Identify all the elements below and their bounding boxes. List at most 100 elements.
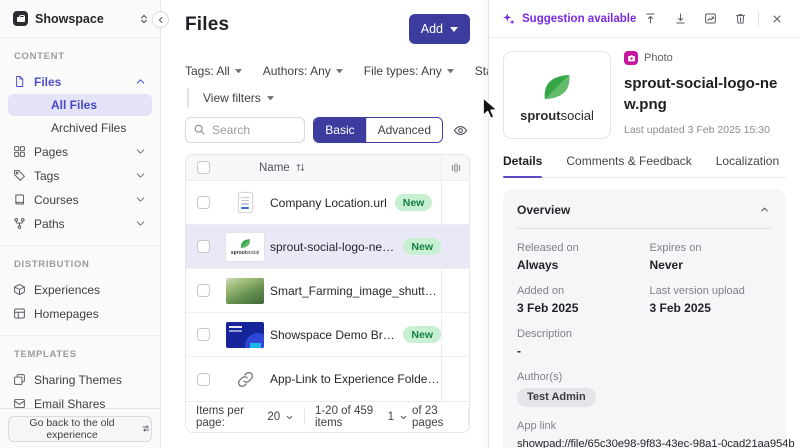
suggestion-available-button[interactable]: Suggestion available	[502, 12, 637, 26]
authors-field: Author(s) Test Admin	[517, 371, 772, 407]
row-checkbox[interactable]	[197, 284, 210, 297]
sparkles-icon	[502, 12, 516, 26]
workspace-switch-icon[interactable]	[138, 13, 150, 25]
sidebar-footer: Go back to the old experience	[0, 408, 160, 448]
panel-gutter	[472, 0, 488, 448]
collapse-sidebar-button[interactable]	[152, 11, 169, 28]
row-checkbox[interactable]	[197, 328, 210, 341]
files-main-panel: Files Add Tags: All Authors: Any Fi	[161, 0, 472, 448]
caret-down-icon	[336, 69, 343, 74]
row-checkbox[interactable]	[197, 240, 210, 253]
advanced-mode-button[interactable]: Advanced	[366, 118, 442, 142]
sidebar-item[interactable]: Courses	[8, 188, 152, 211]
sprout-leaf-logo-icon	[539, 69, 575, 105]
brand-guide-thumbnail	[220, 322, 270, 348]
last-updated: Last updated 3 Feb 2025 15:30	[624, 124, 784, 136]
workspace-switcher[interactable]: Showspace	[0, 0, 160, 38]
back-to-old-experience-button[interactable]: Go back to the old experience	[8, 416, 152, 442]
overview-card: Overview Released on Always	[503, 189, 786, 448]
panel-actions	[637, 7, 753, 31]
app-link-value: showpad://file/65c30e98-9f83-43ec-98a1-0…	[517, 438, 795, 448]
file-name: Showspace Demo Brand Guide.pdf	[270, 328, 395, 342]
eye-icon	[453, 123, 468, 138]
file-type-label: Photo	[644, 52, 673, 64]
branch-icon	[13, 217, 26, 230]
caret-down-icon	[235, 69, 242, 74]
basic-mode-button[interactable]: Basic	[314, 118, 365, 142]
table-row[interactable]: sproutsocial sprout-social-logo-new.png …	[186, 225, 469, 269]
panel-tab[interactable]: Comments & Feedback	[566, 154, 691, 177]
file-name: Company Location.url	[270, 196, 387, 210]
close-panel-button[interactable]	[764, 7, 790, 31]
panel-action-button[interactable]	[727, 7, 753, 31]
chevron-up-icon	[759, 204, 770, 215]
chevron-down-icon	[134, 169, 147, 182]
row-checkbox[interactable]	[197, 373, 210, 386]
view-filters-wrap: View filters	[187, 88, 470, 108]
panel-tab[interactable]: Localization	[716, 154, 779, 177]
table-row[interactable]: Company Location.url New	[186, 181, 469, 225]
column-settings-icon[interactable]	[450, 162, 462, 174]
file-name: sprout-social-logo-new.png	[270, 240, 395, 254]
sidebar-item[interactable]: Archived Files	[8, 117, 152, 139]
sidebar-item[interactable]: Homepages	[8, 302, 152, 325]
filter-dropdown[interactable]: File types: Any	[364, 64, 454, 78]
chevron-down-icon	[134, 193, 147, 206]
back-button-label: Go back to the old experience	[9, 417, 135, 441]
add-button[interactable]: Add	[409, 14, 470, 44]
book-icon	[13, 193, 26, 206]
sidebar-item[interactable]: Pages	[8, 140, 152, 163]
table-body: Company Location.url New sproutsocial sp…	[186, 181, 469, 401]
sidebar-item[interactable]: Experiences	[8, 278, 152, 301]
filter-label: File types: Any	[364, 64, 442, 78]
filter-dropdown[interactable]: Authors: Any	[263, 64, 343, 78]
table-row[interactable]: Smart_Farming_image_shutterstock_s.jpeg	[186, 269, 469, 313]
view-filters-label: View filters	[203, 91, 261, 105]
sprout-thumbnail: sproutsocial	[220, 232, 270, 262]
cube-icon	[13, 283, 26, 296]
chevron-down-icon	[134, 145, 147, 158]
layout-icon	[13, 307, 26, 320]
panel-tabs: Details Comments & Feedback Localization	[503, 154, 786, 178]
workspace-name: Showspace	[35, 12, 131, 26]
row-extra-cell	[441, 225, 469, 268]
file-preview-thumbnail[interactable]: sproutsocial	[503, 51, 611, 139]
row-extra-cell	[441, 181, 469, 224]
panel-action-button[interactable]	[667, 7, 693, 31]
sidebar-item[interactable]: All Files	[8, 94, 152, 116]
sidebar-item[interactable]: Tags	[8, 164, 152, 187]
new-badge: New	[403, 326, 441, 343]
items-per-page-select[interactable]: 20	[267, 411, 294, 423]
filter-dropdown[interactable]: Tags: All	[185, 64, 242, 78]
preview-eye-button[interactable]	[451, 121, 470, 140]
chevron-down-icon	[285, 413, 294, 422]
layers-icon	[13, 373, 26, 386]
header-divider	[758, 11, 759, 27]
sort-icon[interactable]	[295, 162, 306, 173]
overview-grid: Released on Always Expires on Never Adde…	[517, 242, 772, 315]
collapse-overview-button[interactable]	[757, 202, 772, 217]
sidebar-item[interactable]: Paths	[8, 212, 152, 235]
close-icon	[771, 13, 783, 25]
view-filters-button[interactable]: View filters	[203, 91, 274, 105]
page-select[interactable]: 1	[388, 411, 408, 423]
panel-action-button[interactable]	[637, 7, 663, 31]
file-title: sprout-social-logo-new.png	[624, 73, 784, 115]
sidebar-item[interactable]: Sharing Themes	[8, 368, 152, 391]
chevron-down-icon	[399, 413, 408, 422]
table-row[interactable]: Showspace Demo Brand Guide.pdf New	[186, 313, 469, 357]
photo-type-icon	[624, 51, 638, 65]
new-badge: New	[395, 194, 433, 211]
section-label-distribution: DISTRIBUTION	[0, 246, 160, 277]
swap-arrows-icon	[141, 423, 151, 434]
row-extra-cell	[441, 357, 469, 401]
section-label-content: CONTENT	[0, 38, 160, 69]
panel-action-button[interactable]	[697, 7, 723, 31]
table-row[interactable]: App-Link to Experience Folder.url	[186, 357, 469, 401]
author-chip: Test Admin	[517, 388, 596, 407]
sidebar-item[interactable]: Files	[8, 70, 152, 93]
row-checkbox[interactable]	[197, 196, 210, 209]
filter-label: Tags: All	[185, 64, 230, 78]
select-all-checkbox[interactable]	[197, 161, 210, 174]
panel-tab[interactable]: Details	[503, 154, 542, 177]
